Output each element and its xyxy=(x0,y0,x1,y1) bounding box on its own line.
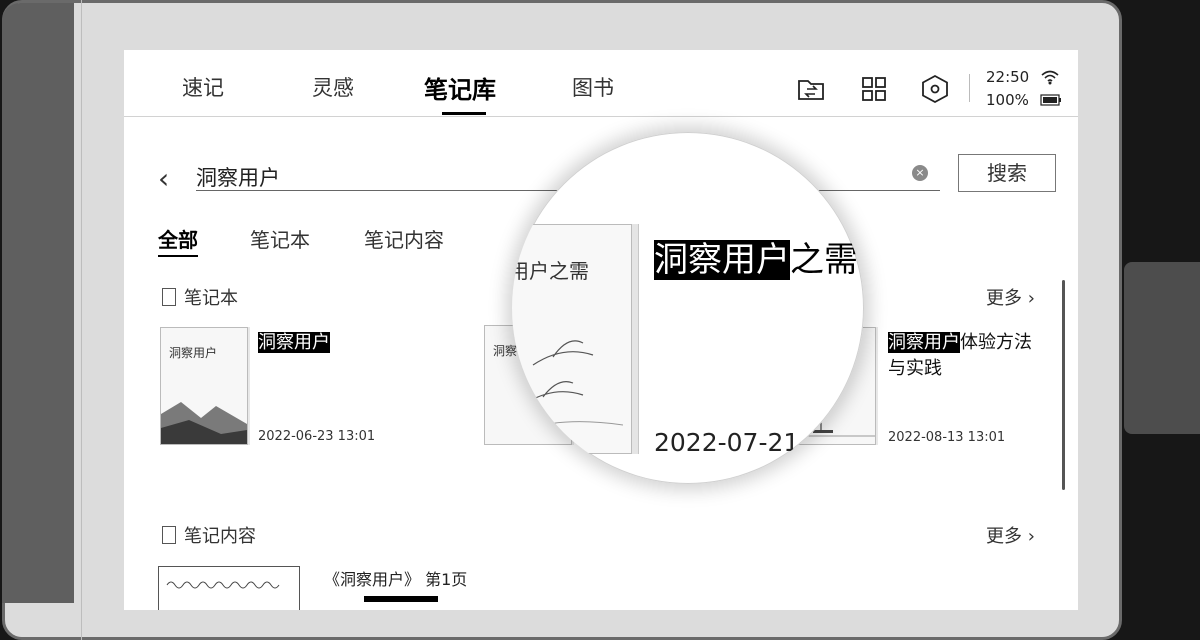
device-edge xyxy=(2,3,74,603)
page-icon xyxy=(162,526,176,544)
magnified-notebook-title: 洞察用户之需 xyxy=(654,240,858,280)
section-title-note-content: 笔记内容 xyxy=(162,522,256,548)
device-side-button xyxy=(1124,262,1200,434)
mountain-illustration xyxy=(161,402,247,444)
notebook-title[interactable]: 洞察用户 xyxy=(258,330,330,356)
filter-all[interactable]: 全部 xyxy=(158,224,198,257)
notebook-cover[interactable]: 洞察用户 xyxy=(160,327,248,445)
battery-icon xyxy=(1040,94,1061,106)
note-content-title[interactable]: 《洞察用户》 第1页 xyxy=(324,566,467,590)
notebook-date: 2022-06-23 13:01 xyxy=(258,429,376,444)
more-notebooks-link[interactable]: 更多 › xyxy=(986,284,1035,310)
settings-hexagon-icon[interactable] xyxy=(920,74,950,104)
back-chevron-icon[interactable]: ‹ xyxy=(158,162,169,195)
notebook-title[interactable]: 洞察用户体验方法与实践 xyxy=(888,330,1038,382)
notebook-date: 2022-08-13 13:01 xyxy=(888,430,1006,445)
search-button[interactable]: 搜索 xyxy=(958,154,1056,192)
note-page-thumbnail[interactable] xyxy=(158,566,300,610)
active-tab-indicator xyxy=(442,112,486,115)
section-title-notebooks: 笔记本 xyxy=(162,284,238,310)
crane-illustration xyxy=(513,340,623,436)
filter-notebooks[interactable]: 笔记本 xyxy=(250,224,310,253)
magnified-notebook-date: 2022-07-21 xyxy=(654,428,800,457)
top-nav: 速记 灵感 笔记库 图书 22:50 100% xyxy=(124,50,1078,117)
magnified-cover-title: 用户之需 xyxy=(512,259,589,283)
tab-quick-notes[interactable]: 速记 xyxy=(182,72,224,102)
wifi-icon xyxy=(1041,70,1059,85)
clock: 22:50 xyxy=(986,68,1030,86)
grid-view-icon[interactable] xyxy=(859,74,889,104)
battery-level: 100% xyxy=(986,91,1029,109)
clear-search-icon[interactable]: × xyxy=(912,165,928,181)
scrollbar[interactable] xyxy=(1062,280,1065,490)
cover-title: 洞察用户 xyxy=(169,346,218,360)
tab-notebook-library[interactable]: 笔记库 xyxy=(424,70,496,105)
folder-swap-icon[interactable] xyxy=(796,74,826,104)
status-separator xyxy=(969,74,970,102)
tab-books[interactable]: 图书 xyxy=(572,72,614,102)
notebook-icon xyxy=(162,288,176,306)
handwriting-preview xyxy=(166,581,280,589)
magnified-notebook-cover: 用户之需 xyxy=(512,224,632,454)
match-highlight-bar xyxy=(364,596,438,602)
tab-inspiration[interactable]: 灵感 xyxy=(312,72,354,102)
filter-note-content[interactable]: 笔记内容 xyxy=(364,224,444,253)
magnifier-lens: 用户之需 洞察用户之需 2022-07-21 xyxy=(512,132,864,484)
more-note-content-link[interactable]: 更多 › xyxy=(986,522,1035,548)
